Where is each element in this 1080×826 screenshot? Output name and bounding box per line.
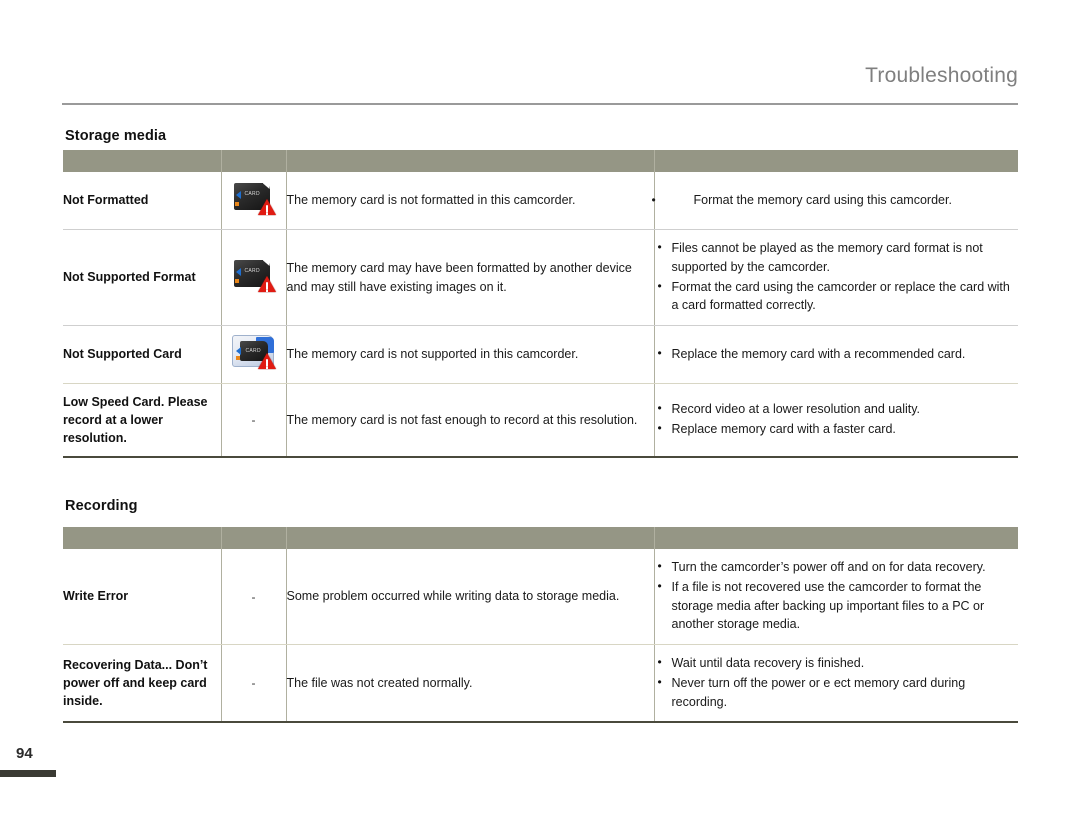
section-heading-recording: Recording bbox=[65, 498, 138, 514]
card-label-text: CARD bbox=[244, 268, 260, 274]
cell-message: Write Error bbox=[63, 549, 221, 645]
page-number-bar bbox=[0, 770, 56, 777]
cell-message: Not Supported Card bbox=[63, 325, 221, 384]
table-header-cell-action bbox=[654, 527, 1018, 549]
section-heading-storage-media: Storage media bbox=[65, 128, 167, 144]
action-bullet-list: Turn the camcorder’s power off and on fo… bbox=[655, 557, 1019, 634]
cell-icon: CARD bbox=[221, 172, 286, 230]
cell-meaning: The memory card is not supported in this… bbox=[286, 325, 654, 384]
cell-icon: - bbox=[221, 383, 286, 459]
cell-meaning: The memory card is not fast enough to re… bbox=[286, 383, 654, 459]
memory-card-warning-icon: CARD bbox=[232, 258, 276, 292]
card-label-text: CARD bbox=[244, 191, 260, 197]
list-item: Record video at a lower resolution and u… bbox=[655, 399, 1019, 419]
warning-exclamation-dot bbox=[265, 367, 268, 369]
action-text: Format the memory card using this camcor… bbox=[693, 193, 952, 208]
header-divider-rule bbox=[62, 103, 1018, 105]
list-item: Never turn off the power or e ect memory… bbox=[655, 673, 1019, 712]
card-notch-shape bbox=[262, 260, 270, 266]
warning-exclamation-stroke bbox=[265, 359, 268, 367]
cell-icon: CARD bbox=[221, 325, 286, 384]
action-bullet-list: Record video at a lower resolution and u… bbox=[655, 399, 1019, 439]
table-storage-media: Not Formatted CARD The memory card is no… bbox=[63, 150, 1019, 459]
dash-placeholder: - bbox=[251, 676, 256, 691]
card-arrow-icon bbox=[235, 347, 241, 355]
warning-exclamation-stroke bbox=[265, 205, 268, 213]
dash-placeholder: - bbox=[251, 413, 256, 428]
cell-icon: - bbox=[221, 549, 286, 645]
list-item: Format the card using the camcorder or r… bbox=[655, 277, 1019, 316]
page-number: 94 bbox=[16, 745, 33, 762]
card-notch-shape bbox=[262, 183, 270, 189]
table-recording: Write Error - Some problem occurred whil… bbox=[63, 527, 1019, 724]
list-item: Files cannot be played as the memory car… bbox=[655, 238, 1019, 277]
cell-message: Low Speed Card. Please record at a lower… bbox=[63, 383, 221, 459]
cell-message: Not Supported Format bbox=[63, 229, 221, 326]
cell-meaning: The file was not created normally. bbox=[286, 644, 654, 724]
table-row: Low Speed Card. Please record at a lower… bbox=[63, 383, 1019, 459]
card-chip-shape bbox=[234, 202, 239, 206]
cell-meaning: The memory card is not formatted in this… bbox=[286, 172, 654, 230]
table-row: Not Formatted CARD The memory card is no… bbox=[63, 172, 1018, 230]
document-header: Troubleshooting bbox=[62, 64, 1018, 87]
page-title: Troubleshooting bbox=[865, 64, 1018, 87]
action-overlap-line: • Format the memory card using this camc… bbox=[651, 191, 1019, 210]
action-bullet-list: Files cannot be played as the memory car… bbox=[655, 238, 1019, 316]
bullet-glyph: • bbox=[651, 193, 656, 208]
list-item: Turn the camcorder’s power off and on fo… bbox=[655, 557, 1019, 577]
memory-card-warning-icon: CARD bbox=[231, 335, 276, 369]
card-chip-shape bbox=[235, 356, 240, 360]
cell-message: Not Formatted bbox=[63, 172, 221, 230]
cell-icon: CARD bbox=[221, 229, 286, 326]
dash-placeholder: - bbox=[251, 589, 256, 604]
cell-meaning: Some problem occurred while writing data… bbox=[286, 549, 654, 645]
cell-meaning: The memory card may have been formatted … bbox=[286, 229, 654, 326]
warning-exclamation-dot bbox=[265, 213, 268, 215]
memory-card-warning-icon: CARD bbox=[232, 181, 276, 215]
table-header-cell-meaning bbox=[286, 527, 654, 549]
cell-icon: - bbox=[221, 644, 286, 724]
table-header-cell-icon bbox=[221, 527, 286, 549]
list-item: Replace memory card with a faster card. bbox=[655, 419, 1019, 439]
card-arrow-icon bbox=[235, 268, 241, 276]
list-item: Wait until data recovery is finished. bbox=[655, 653, 1019, 673]
cell-action: Turn the camcorder’s power off and on fo… bbox=[654, 549, 1018, 645]
table-header-cell-action bbox=[654, 150, 1018, 172]
table-header-cell-message bbox=[63, 150, 221, 172]
warning-exclamation-stroke bbox=[265, 282, 268, 290]
cell-message: Recovering Data... Don’t power off and k… bbox=[63, 644, 221, 724]
cell-action: Files cannot be played as the memory car… bbox=[654, 229, 1019, 326]
action-bullet-list: Wait until data recovery is finished. Ne… bbox=[655, 653, 1019, 712]
table-header-cell-message bbox=[63, 527, 221, 549]
warning-exclamation-dot bbox=[265, 290, 268, 292]
table-row: Write Error - Some problem occurred whil… bbox=[63, 549, 1018, 645]
cell-action: Wait until data recovery is finished. Ne… bbox=[654, 644, 1019, 724]
list-item: Replace the memory card with a recommend… bbox=[655, 344, 1019, 364]
cell-action: Replace the memory card with a recommend… bbox=[654, 325, 1019, 384]
cell-action: • Format the memory card using this camc… bbox=[651, 172, 1019, 230]
cell-action: Record video at a lower resolution and u… bbox=[654, 383, 1019, 459]
action-bullet-list: Replace the memory card with a recommend… bbox=[655, 344, 1019, 364]
table-header-row bbox=[63, 527, 1018, 549]
table-header-cell-meaning bbox=[286, 150, 654, 172]
table-header-row bbox=[63, 150, 1018, 172]
list-item: If a file is not recovered use the camco… bbox=[655, 577, 1019, 634]
table-row: Not Supported Card CARD The memory card … bbox=[63, 325, 1019, 384]
table-row: Not Supported Format CARD The memory car… bbox=[63, 229, 1019, 326]
card-chip-shape bbox=[234, 279, 239, 283]
card-arrow-icon bbox=[235, 191, 241, 199]
table-header-cell-icon bbox=[221, 150, 286, 172]
table-row: Recovering Data... Don’t power off and k… bbox=[63, 644, 1019, 724]
document-page: Troubleshooting Storage media Not Format… bbox=[0, 0, 1080, 826]
